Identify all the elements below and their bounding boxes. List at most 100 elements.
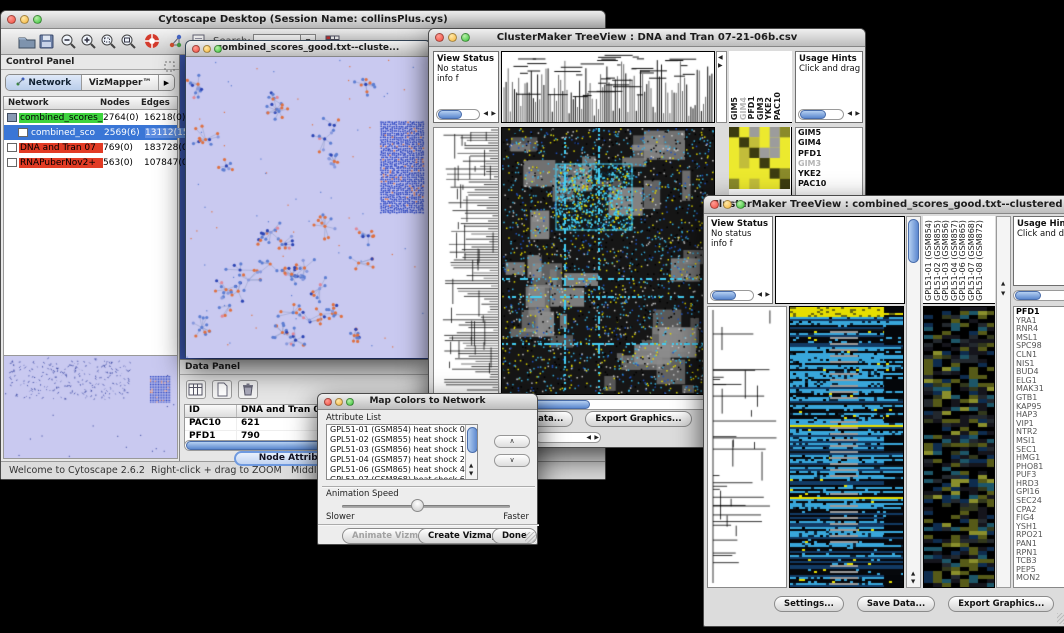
column-label[interactable]: GPL51-06 (GSM865): [959, 220, 967, 301]
treeview1-titlebar[interactable]: ClusterMaker TreeView : DNA and Tran 07-…: [429, 29, 865, 47]
zoom-fit-icon[interactable]: [119, 32, 139, 51]
data-col-id[interactable]: ID: [185, 405, 237, 417]
birdseye-canvas[interactable]: [4, 356, 177, 458]
zoom-selected-icon[interactable]: [99, 32, 119, 51]
gene-label[interactable]: GIM5: [796, 128, 862, 138]
column-label[interactable]: GPL51-04 (GSM857): [951, 220, 959, 301]
network-view-titlebar[interactable]: combined_scores_good.txt--cluste...: [186, 41, 430, 57]
network-list-row[interactable]: DNA and Tran 07769(0)183728(0): [4, 140, 177, 155]
tv1-hints-hscrollbar[interactable]: [798, 109, 844, 120]
tv2-zoom-heatmap[interactable]: [924, 307, 994, 587]
scroll-left-icon[interactable]: ◀: [847, 109, 852, 119]
select-attributes-icon[interactable]: [186, 380, 206, 399]
tv2-labels-hscrollbar[interactable]: [1013, 290, 1064, 301]
column-label[interactable]: YKE2: [765, 97, 773, 120]
scroll-right-icon[interactable]: ▶: [765, 290, 770, 300]
network-list-row[interactable]: RNAPuberNov2+563(0)107847(0): [4, 155, 177, 170]
scroll-down-icon[interactable]: ▼: [469, 469, 473, 479]
scroll-left-icon[interactable]: ◀: [483, 109, 488, 119]
tab-network[interactable]: Network: [6, 75, 82, 90]
column-label[interactable]: PAC10: [774, 92, 782, 120]
close-button[interactable]: [435, 33, 444, 42]
zoom-in-icon[interactable]: [79, 32, 99, 51]
column-label[interactable]: PFD1: [748, 96, 756, 120]
minimize-button[interactable]: [335, 398, 343, 406]
zoom-button[interactable]: [346, 398, 354, 406]
tv2-zoom-vscrollbar[interactable]: ▲ ▼: [996, 216, 1011, 588]
attribute-list-item[interactable]: GPL51-07 (GSM868) heat shock 60 min: [327, 475, 465, 480]
attribute-listbox[interactable]: GPL51-01 (GSM854) heat shock 05 minGPL51…: [326, 424, 478, 480]
birdseye-panel[interactable]: [3, 355, 178, 459]
minimize-button[interactable]: [203, 45, 211, 53]
minimize-button[interactable]: [20, 15, 29, 24]
tv2-row-dendrogram[interactable]: [708, 307, 786, 587]
export-graphics-button[interactable]: Export Graphics...: [585, 411, 691, 427]
attribute-list-vscrollbar[interactable]: ▲ ▼: [465, 425, 477, 479]
zoom-button[interactable]: [214, 45, 222, 53]
help-icon[interactable]: [143, 32, 163, 51]
column-label[interactable]: GPL51-08 (GSM872): [976, 220, 984, 301]
column-label[interactable]: GPL51-01 (GSM854): [925, 220, 933, 301]
main-titlebar[interactable]: Cytoscape Desktop (Session Name: collins…: [1, 11, 605, 29]
scroll-right-icon[interactable]: ▶: [855, 109, 860, 119]
tv1-row-dendrogram[interactable]: [434, 128, 498, 394]
scroll-down-icon[interactable]: ▼: [1001, 289, 1005, 299]
tab-vizmapper[interactable]: VizMapper™: [82, 75, 158, 90]
scroll-right-icon[interactable]: ▶: [491, 109, 496, 119]
attribute-list-item[interactable]: GPL51-04 (GSM857) heat shock 20 min: [327, 455, 465, 465]
export-graphics-button[interactable]: Export Graphics...: [948, 596, 1054, 612]
slider-thumb[interactable]: [411, 499, 424, 512]
close-button[interactable]: [192, 45, 200, 53]
scroll-left-icon[interactable]: ◀: [757, 290, 762, 300]
tv2-global-vscrollbar[interactable]: ▲ ▼: [906, 216, 921, 588]
zoom-button[interactable]: [461, 33, 470, 42]
gene-label[interactable]: MON2: [1014, 574, 1064, 583]
gene-label[interactable]: PFD1: [796, 149, 862, 159]
close-button[interactable]: [7, 15, 16, 24]
tv2-column-dendrogram[interactable]: [775, 216, 905, 304]
network-canvas[interactable]: [186, 57, 430, 358]
save-icon[interactable]: [37, 32, 57, 51]
gene-label[interactable]: GIM4: [796, 138, 862, 148]
attribute-list-item[interactable]: GPL51-03 (GSM856) heat shock 15 min: [327, 445, 465, 455]
network-table-header[interactable]: Network Nodes Edges: [4, 97, 177, 110]
attribute-list-item[interactable]: GPL51-02 (GSM855) heat shock 10 min: [327, 435, 465, 445]
tv1-status-hscrollbar[interactable]: [436, 109, 480, 120]
attribute-list-item[interactable]: GPL51-01 (GSM854) heat shock 05 min: [327, 425, 465, 435]
move-up-button[interactable]: ∧: [494, 435, 530, 448]
column-label[interactable]: GPL51-02 (GSM855): [934, 220, 942, 301]
gene-label[interactable]: YKE2: [796, 169, 862, 179]
close-button[interactable]: [324, 398, 332, 406]
tab-overflow-arrow[interactable]: ▶: [159, 75, 174, 90]
scroll-right-icon[interactable]: ▶: [594, 433, 599, 443]
scroll-left-icon[interactable]: ◀: [586, 433, 591, 443]
tv1-global-heatmap[interactable]: [502, 128, 714, 394]
plugin-network-icon[interactable]: [167, 32, 187, 51]
dialog-titlebar[interactable]: Map Colors to Network: [318, 394, 537, 410]
minimize-button[interactable]: [723, 200, 732, 209]
zoom-button[interactable]: [33, 15, 42, 24]
tv1-column-dendrogram[interactable]: [502, 52, 714, 122]
network-list-row[interactable]: combined_sco2569(6)13112(15): [4, 125, 177, 140]
column-label[interactable]: GPL51-07 (GSM868): [968, 220, 976, 301]
close-button[interactable]: [710, 200, 719, 209]
new-attribute-icon[interactable]: [212, 380, 232, 399]
scroll-up-icon[interactable]: ▲: [1001, 279, 1005, 289]
delete-attribute-icon[interactable]: [238, 380, 258, 399]
zoom-out-icon[interactable]: [59, 32, 79, 51]
scroll-down-icon[interactable]: ▼: [911, 577, 915, 587]
gene-label[interactable]: GIM3: [796, 159, 862, 169]
column-label[interactable]: GPL51-03 (GSM856): [942, 220, 950, 301]
gene-label[interactable]: PAC10: [796, 179, 862, 189]
tv1-zoom-heatmap[interactable]: [729, 127, 790, 189]
resize-grip[interactable]: [525, 532, 536, 543]
column-label[interactable]: GIM3: [757, 97, 765, 120]
save-data-button[interactable]: Save Data...: [857, 596, 935, 612]
open-folder-icon[interactable]: [17, 32, 37, 51]
attribute-list-item[interactable]: GPL51-06 (GSM865) heat shock 40 min: [327, 465, 465, 475]
zoom-button[interactable]: [736, 200, 745, 209]
resize-grip[interactable]: [1057, 613, 1064, 624]
scroll-right-icon[interactable]: ▶: [718, 61, 723, 71]
tv2-global-heatmap[interactable]: [790, 307, 903, 587]
move-down-button[interactable]: ∨: [494, 454, 530, 467]
